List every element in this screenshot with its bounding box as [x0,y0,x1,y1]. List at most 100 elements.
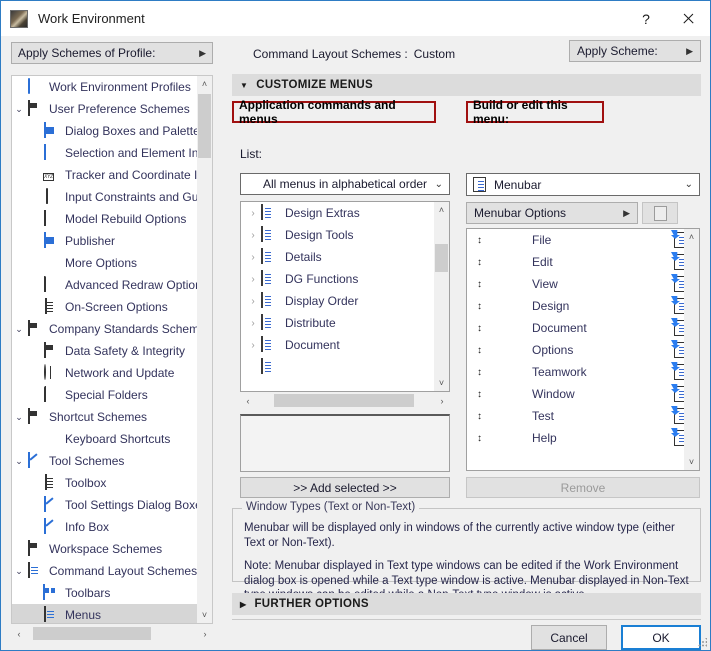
scroll-left-icon[interactable]: ‹ [11,629,27,639]
expander-icon[interactable]: › [245,230,261,241]
cancel-button[interactable]: Cancel [531,625,607,650]
expander-icon[interactable]: › [245,208,261,219]
scroll-left-icon[interactable]: ‹ [240,396,256,406]
scroll-right-icon[interactable]: › [197,629,213,639]
list-item[interactable]: ↕ Teamwork [467,361,699,383]
sidebar-item-company-standards-schemes[interactable]: ⌄ Company Standards Schemes [12,318,212,340]
twisty[interactable]: ⌄ [12,456,26,467]
list-item[interactable]: ↕ Test [467,405,699,427]
twisty[interactable]: ⌄ [12,412,26,423]
expander-icon[interactable]: › [245,274,261,285]
scroll-down-icon[interactable]: ˅ [434,375,449,391]
list-item[interactable]: ↕ Window [467,383,699,405]
twisty[interactable]: ⌄ [12,104,26,115]
list-item[interactable]: ↕ Options [467,339,699,361]
scrollbar-thumb[interactable] [435,244,448,272]
list-item[interactable]: ↕ Edit [467,251,699,273]
scrollbar-thumb[interactable] [33,627,151,640]
target-menu-dropdown[interactable]: Menubar ⌄ [466,173,700,196]
menu-list-scrollbar[interactable]: ˄ ˅ [684,229,699,470]
reorder-handle-icon[interactable]: ↕ [475,235,484,245]
sidebar-item-advanced-redraw-options[interactable]: Advanced Redraw Options [12,274,208,296]
reorder-handle-icon[interactable]: ↕ [475,389,484,399]
scrollbar-track[interactable] [27,626,197,642]
scroll-right-icon[interactable]: › [434,396,450,406]
list-item[interactable]: › DG Functions [241,268,449,290]
twisty[interactable]: ⌄ [12,324,26,335]
sidebar-horizontal-scrollbar[interactable]: ‹ › [11,626,213,642]
expander-icon[interactable]: › [245,340,261,351]
sidebar-item-keyboard-shortcuts[interactable]: Keyboard Shortcuts [12,428,198,450]
scroll-down-icon[interactable]: ˅ [684,454,699,470]
reorder-handle-icon[interactable]: ↕ [475,323,484,333]
list-item[interactable]: › Distribute [241,312,449,334]
sidebar-item-info-box[interactable]: Info Box [12,516,198,538]
add-selected-button[interactable]: >> Add selected >> [240,477,450,498]
sidebar-item-tracker-and-coordinate-input[interactable]: XYZ Tracker and Coordinate Input [12,164,212,186]
twisty[interactable]: ⌄ [12,566,26,577]
scroll-up-icon[interactable]: ˄ [434,202,449,218]
sidebar-item-publisher[interactable]: Publisher [12,230,198,252]
list-item[interactable]: ↕ Document [467,317,699,339]
scrollbar-track[interactable] [256,393,434,409]
scroll-up-icon[interactable]: ˄ [684,229,699,245]
apply-schemes-of-profile-button[interactable]: Apply Schemes of Profile: ▶ [11,42,213,64]
close-button[interactable] [666,1,710,36]
reorder-handle-icon[interactable]: ↕ [475,257,484,267]
sidebar-item-selection-and-element-information[interactable]: Selection and Element Information [12,142,212,164]
sidebar-item-tool-schemes[interactable]: ⌄ Tool Schemes [12,450,198,472]
reorder-handle-icon[interactable]: ↕ [475,345,484,355]
menu-structure-list[interactable]: ↕ File ↕ Edit ↕ View ↕ Design ↕ Document… [466,228,700,471]
scroll-up-icon[interactable]: ˄ [197,76,212,92]
list-item[interactable]: › Design Tools [241,224,449,246]
customize-menus-section-header[interactable]: ▼ CUSTOMIZE MENUS [232,74,701,96]
reorder-handle-icon[interactable]: ↕ [475,367,484,377]
list-item-partial[interactable] [241,356,449,378]
sidebar-item-more-options[interactable]: More Options [12,252,198,274]
resize-grip[interactable] [698,638,707,647]
sidebar-item-special-folders[interactable]: Special Folders [12,384,198,406]
sidebar-item-model-rebuild-options[interactable]: Model Rebuild Options [12,208,198,230]
list-item[interactable]: › Document [241,334,449,356]
command-list-horizontal-scrollbar[interactable]: ‹ › [240,393,450,409]
scheme-tree[interactable]: Work Environment Profiles ⌄ User Prefere… [11,75,213,624]
sidebar-item-toolbox[interactable]: Toolbox [12,472,198,494]
edit-menu-button[interactable] [642,202,678,224]
list-item[interactable]: › Details [241,246,449,268]
sidebar-item-user-preference-schemes[interactable]: ⌄ User Preference Schemes [12,98,198,120]
sidebar-item-work-environment-profiles[interactable]: Work Environment Profiles [12,76,198,98]
apply-scheme-button[interactable]: Apply Scheme: ▶ [569,40,701,62]
sidebar-item-data-safety-and-integrity[interactable]: Data Safety & Integrity [12,340,198,362]
sidebar-item-on-screen-options[interactable]: On-Screen Options [12,296,198,318]
sidebar-item-input-constraints-and-guides[interactable]: Input Constraints and Guides [12,186,212,208]
sidebar-item-shortcut-schemes[interactable]: ⌄ Shortcut Schemes [12,406,198,428]
list-item[interactable]: ↕ Help [467,427,699,449]
sidebar-item-command-layout-schemes[interactable]: ⌄ Command Layout Schemes [12,560,198,582]
reorder-handle-icon[interactable]: ↕ [475,301,484,311]
list-item[interactable]: ↕ Design [467,295,699,317]
list-item[interactable]: › Display Order [241,290,449,312]
expander-icon[interactable]: › [245,252,261,263]
sidebar-item-menus[interactable]: Menus [12,604,198,623]
command-list-scrollbar[interactable]: ˄ ˅ [434,202,449,391]
sidebar-item-network-and-update[interactable]: Network and Update [12,362,198,384]
further-options-section-header[interactable]: ▶ FURTHER OPTIONS [232,593,701,615]
reorder-handle-icon[interactable]: ↕ [475,411,484,421]
sidebar-item-dialog-boxes-and-palettes[interactable]: Dialog Boxes and Palettes [12,120,206,142]
sidebar-item-tool-settings-dialog-boxes[interactable]: Tool Settings Dialog Boxes [12,494,208,516]
reorder-handle-icon[interactable]: ↕ [475,279,484,289]
expander-icon[interactable]: › [245,296,261,307]
list-item[interactable]: ↕ View [467,273,699,295]
scrollbar-thumb[interactable] [274,394,414,407]
ok-button[interactable]: OK [621,625,701,650]
sidebar-vertical-scrollbar[interactable]: ˄ ˅ [197,76,212,623]
sidebar-item-toolbars[interactable]: Toolbars [12,582,198,604]
reorder-handle-icon[interactable]: ↕ [475,433,484,443]
application-commands-list[interactable]: › Design Extras › Design Tools › Details… [240,201,450,392]
remove-button[interactable]: Remove [466,477,700,498]
menubar-options-button[interactable]: Menubar Options ▶ [466,202,638,224]
menu-filter-dropdown[interactable]: All menus in alphabetical order ⌄ [240,173,450,195]
help-button[interactable]: ? [626,1,666,36]
sidebar-item-workspace-schemes[interactable]: Workspace Schemes [12,538,198,560]
scroll-down-icon[interactable]: ˅ [197,607,212,623]
